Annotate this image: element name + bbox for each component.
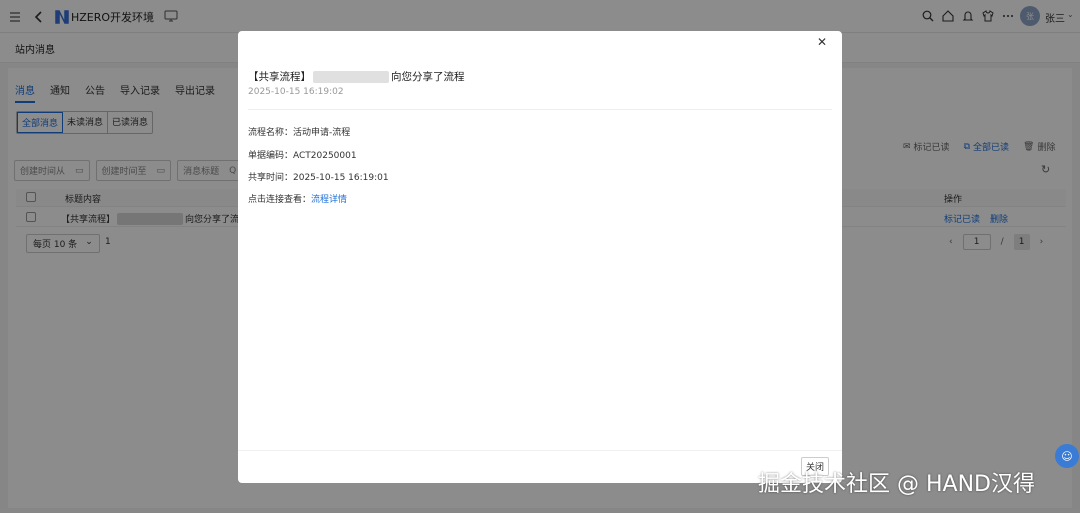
view-link-field: 点击连接查看：流程详情 [248,192,347,205]
modal-footer [238,450,842,451]
modal-title: 【共享流程】 向您分享了流程 [248,69,465,84]
divider [248,109,832,110]
modal-title-prefix: 【共享流程】 [248,71,311,83]
watermark: 掘金技术社区 @ HAND汉得 [758,472,1035,497]
redacted-name [313,70,389,83]
flow-name-field: 流程名称：活动申请-流程 [248,128,351,138]
flow-detail-link[interactable]: 流程详情 [311,195,347,205]
close-icon[interactable]: ✕ [817,35,827,49]
help-chat-icon[interactable]: ☺ [1055,444,1079,468]
doc-code-field: 单据编码：ACT20250001 [248,151,357,161]
share-time-field: 共享时间：2025-10-15 16:19:01 [248,173,389,183]
message-detail-modal: ✕ 【共享流程】 向您分享了流程 2025-10-15 16:19:02 流程名… [238,31,842,483]
modal-time: 2025-10-15 16:19:02 [248,87,344,97]
modal-title-suffix: 向您分享了流程 [391,71,465,83]
view-link-prefix: 点击连接查看： [248,195,312,205]
